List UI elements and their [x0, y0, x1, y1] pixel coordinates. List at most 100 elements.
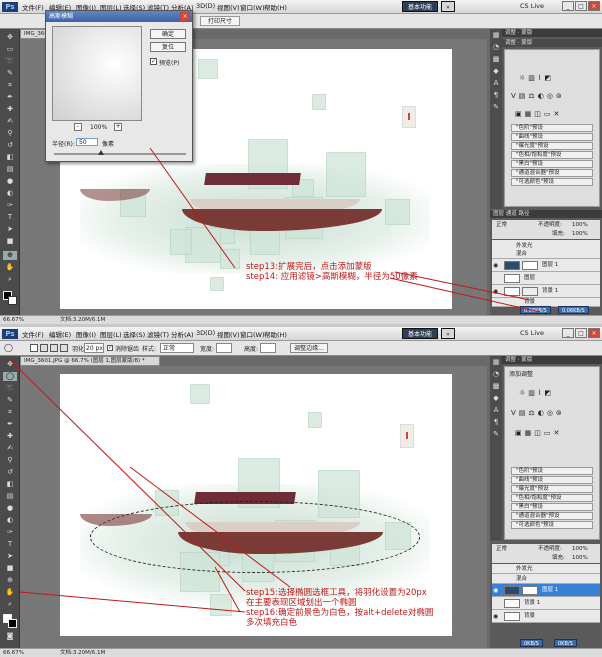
dodge-tool-icon[interactable]: ◐ [3, 516, 17, 525]
threshold-icon[interactable]: ◫ [534, 110, 541, 120]
posterize-icon[interactable]: ▦ [525, 429, 532, 439]
selective-icon[interactable]: ✕ [554, 110, 560, 120]
marquee-tool-icon[interactable]: ▭ [3, 45, 17, 54]
pen-tool-icon[interactable]: ✑ [3, 201, 17, 210]
bw-icon[interactable]: ◐ [538, 409, 544, 419]
visibility-eye-icon[interactable]: ◉ [493, 587, 500, 594]
clone-stamp-icon[interactable]: ⚲ [3, 456, 17, 465]
minimize-icon[interactable]: _ [562, 328, 574, 338]
quick-mask-icon[interactable]: ◙ [3, 632, 17, 641]
workspace-menu-icon[interactable]: » [441, 1, 455, 12]
minimize-icon[interactable]: _ [562, 1, 574, 11]
crop-tool-icon[interactable]: ⌗ [3, 81, 17, 90]
menu-window[interactable]: 窗口(W) [240, 2, 265, 12]
shape-tool-icon[interactable]: ■ [3, 564, 17, 573]
preset-hue-saturation[interactable]: "色相/饱和度"预设 [511, 494, 593, 502]
eyedropper-icon[interactable]: ✒ [3, 420, 17, 429]
preset-curves[interactable]: "曲线"预设 [511, 133, 593, 141]
preset-exposure[interactable]: "曝光度"预设 [511, 485, 593, 493]
radius-slider[interactable] [54, 153, 186, 155]
add-selection-icon[interactable] [40, 344, 48, 352]
layer-1[interactable]: ◉ 图层 1 [492, 259, 600, 272]
move-tool-icon[interactable]: ✥ [3, 360, 17, 369]
vibrance-icon[interactable]: V [511, 409, 516, 419]
visibility-eye-icon[interactable]: ◉ [493, 613, 500, 620]
menu-edit[interactable]: 编辑(E) [49, 329, 71, 339]
antialias-checkbox[interactable]: ✓ [107, 345, 113, 351]
visibility-eye-icon[interactable]: ◉ [493, 262, 500, 269]
menu-image[interactable]: 图像(I) [76, 329, 96, 339]
healing-brush-icon[interactable]: ✚ [3, 105, 17, 114]
style-select[interactable]: 正常 [160, 343, 194, 353]
levels-icon[interactable]: ▥ [528, 74, 535, 84]
pen-tool-icon[interactable]: ✑ [3, 528, 17, 537]
posterize-icon[interactable]: ▦ [525, 110, 532, 120]
layer-1[interactable]: ◉ 图层 1 [492, 584, 600, 597]
fill-value[interactable]: 100% [572, 230, 588, 239]
layer-effect-glow[interactable]: 外发光 [492, 564, 600, 574]
vibrance-icon[interactable]: V [511, 92, 516, 102]
menu-3d[interactable]: 3D(D) [196, 329, 215, 337]
zoom-tool-icon[interactable]: ⌕ [3, 600, 17, 609]
ok-button[interactable]: 确定 [150, 29, 186, 39]
lasso-tool-icon[interactable]: ➰ [3, 57, 17, 66]
menu-select[interactable]: 选择(S) [123, 329, 145, 339]
hue-icon[interactable]: ▤ [519, 92, 526, 102]
hand-tool-icon[interactable]: ✋ [3, 588, 17, 597]
menu-layer[interactable]: 图层(L) [100, 329, 122, 339]
curves-icon[interactable]: ⌇ [538, 389, 541, 399]
layer-effect-blend[interactable]: 混合 [492, 574, 600, 584]
hue-icon[interactable]: ▤ [519, 409, 526, 419]
quick-select-icon[interactable]: ✎ [3, 69, 17, 78]
menu-window[interactable]: 窗口(W) [240, 329, 265, 339]
elliptical-marquee-icon[interactable]: ◯ [3, 372, 17, 381]
layer-plain[interactable]: 图层 [492, 272, 600, 285]
opacity-value[interactable]: 100% [572, 544, 588, 554]
preset-levels[interactable]: "色阶"预设 [511, 467, 593, 475]
quick-select-icon[interactable]: ✎ [3, 396, 17, 405]
blend-mode[interactable]: 正常 [496, 544, 507, 554]
dodge-tool-icon[interactable]: ◐ [3, 189, 17, 198]
menu-analysis[interactable]: 分析(A) [171, 329, 194, 339]
lasso-tool-icon[interactable]: ➰ [3, 384, 17, 393]
blur-preview[interactable] [52, 26, 142, 121]
preset-black-white[interactable]: "黑白"预设 [511, 160, 593, 168]
blend-mode[interactable]: 正常 [496, 220, 507, 230]
radius-input[interactable]: 50 [76, 138, 98, 146]
workspace-menu-icon[interactable]: » [441, 328, 455, 339]
history-brush-icon[interactable]: ↺ [3, 468, 17, 477]
history-icon[interactable]: ▦ [490, 29, 502, 41]
mixer-icon[interactable]: ⊚ [556, 92, 562, 102]
exposure-icon[interactable]: ◩ [544, 74, 551, 84]
menu-help[interactable]: 帮助(H) [264, 329, 287, 339]
menu-help[interactable]: 帮助(H) [264, 2, 287, 12]
path-select-icon[interactable]: ➤ [3, 225, 17, 234]
clone-stamp-icon[interactable]: ⚲ [3, 129, 17, 138]
maximize-icon[interactable]: □ [575, 328, 587, 338]
zoom-in-button[interactable]: + [114, 123, 122, 131]
feather-input[interactable]: 20 px [84, 343, 104, 353]
bw-icon[interactable]: ◐ [538, 92, 544, 102]
styles-icon[interactable]: ◆ [490, 65, 502, 77]
tools-icon[interactable]: ✎ [490, 428, 502, 440]
print-size-button[interactable]: 打印尺寸 [200, 16, 240, 26]
exposure-icon[interactable]: ◩ [544, 389, 551, 399]
gradient-tool-icon[interactable]: ▤ [3, 165, 17, 174]
paragraph-icon[interactable]: ¶ [490, 89, 502, 101]
mixer-icon[interactable]: ⊚ [556, 409, 562, 419]
fill-value[interactable]: 100% [572, 554, 588, 563]
preset-channel-mixer[interactable]: "通道混合器"预设 [511, 512, 593, 520]
height-input[interactable] [260, 343, 276, 353]
color-icon[interactable]: ◔ [490, 368, 502, 380]
radius-slider-handle[interactable] [98, 150, 104, 155]
workspace-button[interactable]: 基本功能 [402, 328, 438, 339]
history-icon[interactable]: ▦ [490, 356, 502, 368]
invert-icon[interactable]: ▣ [515, 429, 522, 439]
brush-tool-icon[interactable]: ✍ [3, 444, 17, 453]
eyedropper-icon[interactable]: ✒ [3, 93, 17, 102]
close-icon[interactable]: × [588, 328, 600, 338]
gradient-tool-icon[interactable]: ▤ [3, 492, 17, 501]
layer-background[interactable]: ◉ 背景 [492, 610, 600, 623]
mask-thumbnail[interactable] [522, 586, 538, 595]
zoom-tool-icon[interactable]: ⌕ [3, 275, 17, 284]
